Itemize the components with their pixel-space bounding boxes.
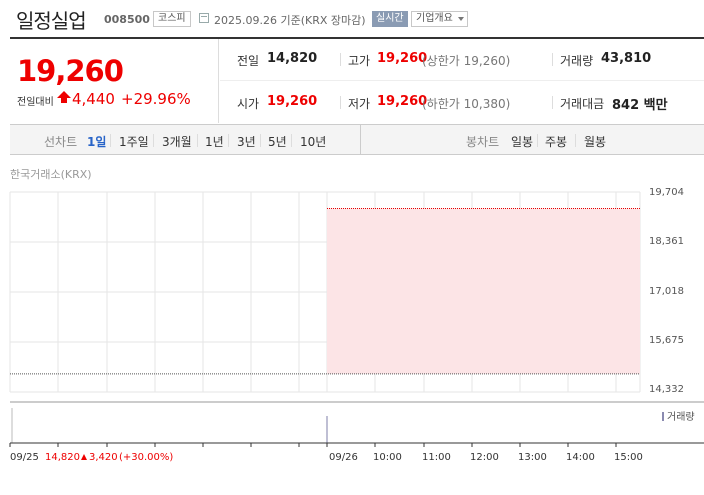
y-tick: 15,675 xyxy=(649,335,684,346)
change-label: 전일대비 xyxy=(17,97,54,108)
tab-10year[interactable]: 10년 xyxy=(300,133,326,150)
change-percent: +29.96% xyxy=(121,90,191,108)
footer-price: 14,820 xyxy=(45,452,80,463)
tab-1week[interactable]: 1주일 xyxy=(119,133,149,150)
x-ticks xyxy=(9,443,617,447)
tab-group-divider xyxy=(360,125,361,154)
tab-daily-candle[interactable]: 일봉 xyxy=(511,133,533,150)
realtime-button[interactable]: 실시간 xyxy=(372,11,408,27)
tab-5year[interactable]: 5년 xyxy=(268,133,287,150)
low-label: 저가 xyxy=(348,97,371,111)
x-tick: 12:00 xyxy=(470,452,499,463)
x-tick: 10:00 xyxy=(373,452,402,463)
divider xyxy=(340,53,341,66)
lower-limit: (하한가 10,380) xyxy=(422,97,511,111)
up-arrow-icon-stem xyxy=(61,98,67,103)
footer-change: 3,420 xyxy=(89,452,118,463)
y-tick: 18,361 xyxy=(649,236,684,247)
divider xyxy=(110,134,111,147)
market-badge: 코스피 xyxy=(153,11,191,27)
company-info-button[interactable]: 기업개요 xyxy=(411,11,468,27)
footer-pct: (+30.00%) xyxy=(119,452,174,463)
y-tick: 19,704 xyxy=(649,187,684,198)
divider xyxy=(291,134,292,147)
base-date: 2025.09.26 기준(KRX 장마감) xyxy=(214,14,366,27)
stock-name: 일정실업 xyxy=(16,9,87,33)
tab-1day[interactable]: 1일 xyxy=(87,133,106,150)
stock-code: 008500 xyxy=(104,13,150,26)
high-label: 고가 xyxy=(348,54,371,68)
x-tick: 11:00 xyxy=(422,452,451,463)
tab-1year[interactable]: 1년 xyxy=(205,133,224,150)
price-chart xyxy=(9,191,704,447)
x-tick: 15:00 xyxy=(614,452,643,463)
prev-close-value: 14,820 xyxy=(267,51,318,66)
divider xyxy=(228,134,229,147)
divider xyxy=(552,53,553,66)
x-tick: 14:00 xyxy=(566,452,595,463)
divider xyxy=(197,134,198,147)
tab-monthly-candle[interactable]: 월봉 xyxy=(584,133,606,150)
divider xyxy=(340,96,341,109)
candle-chart-label: 봉차트 xyxy=(466,135,500,149)
x-tick: 09/26 xyxy=(329,452,358,463)
current-price: 19,260 xyxy=(17,54,124,88)
low-value: 19,260 xyxy=(377,94,428,109)
calendar-icon xyxy=(199,13,209,23)
open-label: 시가 xyxy=(237,97,260,111)
up-arrow-icon xyxy=(81,454,87,460)
high-value: 19,260 xyxy=(377,51,428,66)
y-tick: 14,332 xyxy=(649,384,684,395)
tab-weekly-candle[interactable]: 주봉 xyxy=(545,133,567,150)
summary-divider xyxy=(220,80,704,81)
open-value: 19,260 xyxy=(267,94,318,109)
up-arrow-icon xyxy=(57,91,71,98)
divider xyxy=(260,134,261,147)
tab-3year[interactable]: 3년 xyxy=(237,133,256,150)
volume-legend: 거래량 xyxy=(662,408,695,423)
divider xyxy=(153,134,154,147)
line-chart-label: 선차트 xyxy=(44,135,78,149)
change-value: 4,440 xyxy=(72,90,115,108)
amount-value: 842 백만 xyxy=(612,98,668,113)
divider xyxy=(575,134,576,147)
y-tick: 17,018 xyxy=(649,286,684,297)
x-tick: 13:00 xyxy=(518,452,547,463)
volume-value: 43,810 xyxy=(601,51,652,66)
upper-limit: (상한가 19,260) xyxy=(422,54,511,68)
chevron-down-icon xyxy=(457,17,464,21)
divider xyxy=(537,134,538,147)
tab-3month[interactable]: 3개월 xyxy=(162,133,192,150)
volume-label: 거래량 xyxy=(560,54,594,68)
divider xyxy=(552,96,553,109)
price-area xyxy=(327,208,640,374)
company-info-label: 기업개요 xyxy=(416,13,453,24)
amount-label: 거래대금 xyxy=(560,97,605,111)
footer-date: 09/25 xyxy=(10,452,39,463)
prev-close-label: 전일 xyxy=(237,54,260,68)
